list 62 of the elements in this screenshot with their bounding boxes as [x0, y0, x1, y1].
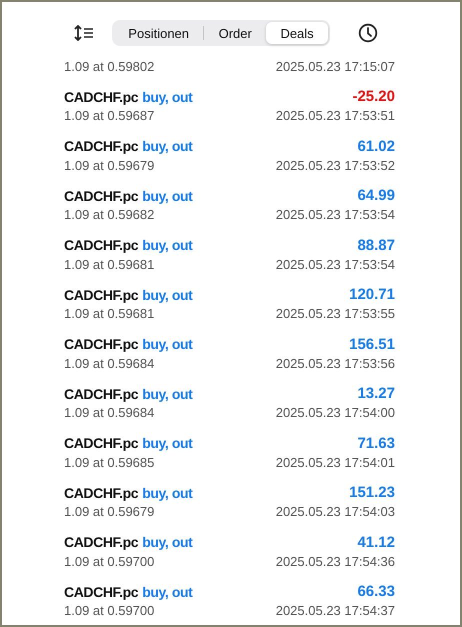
volume-price-text: 1.09 at 0.59700: [64, 603, 154, 618]
deal-time: 2025.05.23 17:53:54: [276, 207, 395, 222]
symbol-text: CADCHF.pc: [64, 188, 138, 204]
deal-time: 2025.05.23 17:53:55: [276, 306, 395, 321]
volume-price-text: 1.09 at 0.59687: [64, 108, 154, 123]
volume-price-text: 1.09 at 0.59684: [64, 356, 154, 370]
volume-price-text: 1.09 at 0.59681: [64, 256, 154, 272]
symbol-text: CADCHF.pc: [64, 336, 138, 352]
profit-value: 71.63: [357, 434, 395, 452]
history-clock-icon[interactable]: [358, 23, 378, 43]
profit-value: 156.51: [349, 336, 395, 352]
symbol-text: CADCHF.pc: [64, 386, 138, 402]
deal-time: 2025.05.23 17:53:51: [276, 108, 395, 123]
deal-type-text: buy, out: [142, 286, 192, 302]
deal-type-text: buy, out: [142, 188, 192, 204]
volume-price-text: 1.09 at 0.59679: [64, 504, 154, 519]
deal-type-text: buy, out: [142, 386, 192, 402]
deal-type-text: buy, out: [142, 584, 192, 600]
deal-type-text: buy, out: [142, 237, 192, 253]
volume-price-text: 1.09 at 0.59700: [64, 554, 154, 568]
deal-type-text: buy, out: [142, 435, 192, 451]
profit-value: -25.20: [352, 88, 395, 105]
segment-tab[interactable]: Order: [204, 22, 266, 44]
volume-price-text: 1.09 at 0.59682: [64, 207, 154, 222]
profit-value: 41.12: [357, 534, 395, 550]
profit-value: 66.33: [357, 583, 395, 600]
deal-time: 2025.05.23 17:15:07: [276, 58, 395, 74]
deal-time: 2025.05.23 17:53:52: [276, 158, 395, 172]
symbol-text: CADCHF.pc: [64, 435, 138, 451]
deal-time: 2025.05.23 17:54:03: [276, 504, 395, 519]
profit-value: 64.99: [357, 187, 395, 204]
deal-type-text: buy, out: [142, 534, 192, 550]
symbol-text: CADCHF.pc: [64, 484, 138, 500]
volume-price-text: 1.09 at 0.59802: [64, 58, 154, 74]
volume-price-text: 1.09 at 0.59684: [64, 405, 154, 420]
sort-icon[interactable]: [74, 25, 94, 41]
profit-value: 151.23: [349, 484, 395, 501]
volume-price-text: 1.09 at 0.59681: [64, 306, 154, 321]
profit-value: 120.71: [349, 286, 395, 303]
deal-type-text: buy, out: [142, 484, 192, 500]
symbol-text: CADCHF.pc: [64, 584, 138, 600]
symbol-text: CADCHF.pc: [64, 138, 138, 154]
profit-value: 13.27: [357, 385, 395, 402]
symbol-text: CADCHF.pc: [64, 286, 138, 302]
deal-type-text: buy, out: [142, 88, 192, 104]
deal-time: 2025.05.23 17:53:54: [276, 256, 395, 272]
volume-price-text: 1.09 at 0.59685: [64, 454, 154, 470]
symbol-text: CADCHF.pc: [64, 534, 138, 550]
segment-tab[interactable]: Deals: [266, 22, 328, 44]
deal-time: 2025.05.23 17:54:01: [276, 454, 395, 470]
deal-type-text: buy, out: [142, 336, 192, 352]
deal-time: 2025.05.23 17:54:00: [276, 405, 395, 420]
profit-value: 61.02: [357, 138, 395, 154]
deal-time: 2025.05.23 17:54:37: [276, 603, 395, 618]
deal-type-text: buy, out: [142, 138, 192, 154]
volume-price-text: 1.09 at 0.59679: [64, 158, 154, 172]
deal-time: 2025.05.23 17:53:56: [276, 356, 395, 370]
segment-tab[interactable]: Positionen: [114, 22, 204, 44]
deal-time: 2025.05.23 17:54:36: [276, 554, 395, 568]
symbol-text: CADCHF.pc: [64, 237, 138, 253]
profit-value: 88.87: [357, 236, 395, 254]
symbol-text: CADCHF.pc: [64, 88, 138, 104]
